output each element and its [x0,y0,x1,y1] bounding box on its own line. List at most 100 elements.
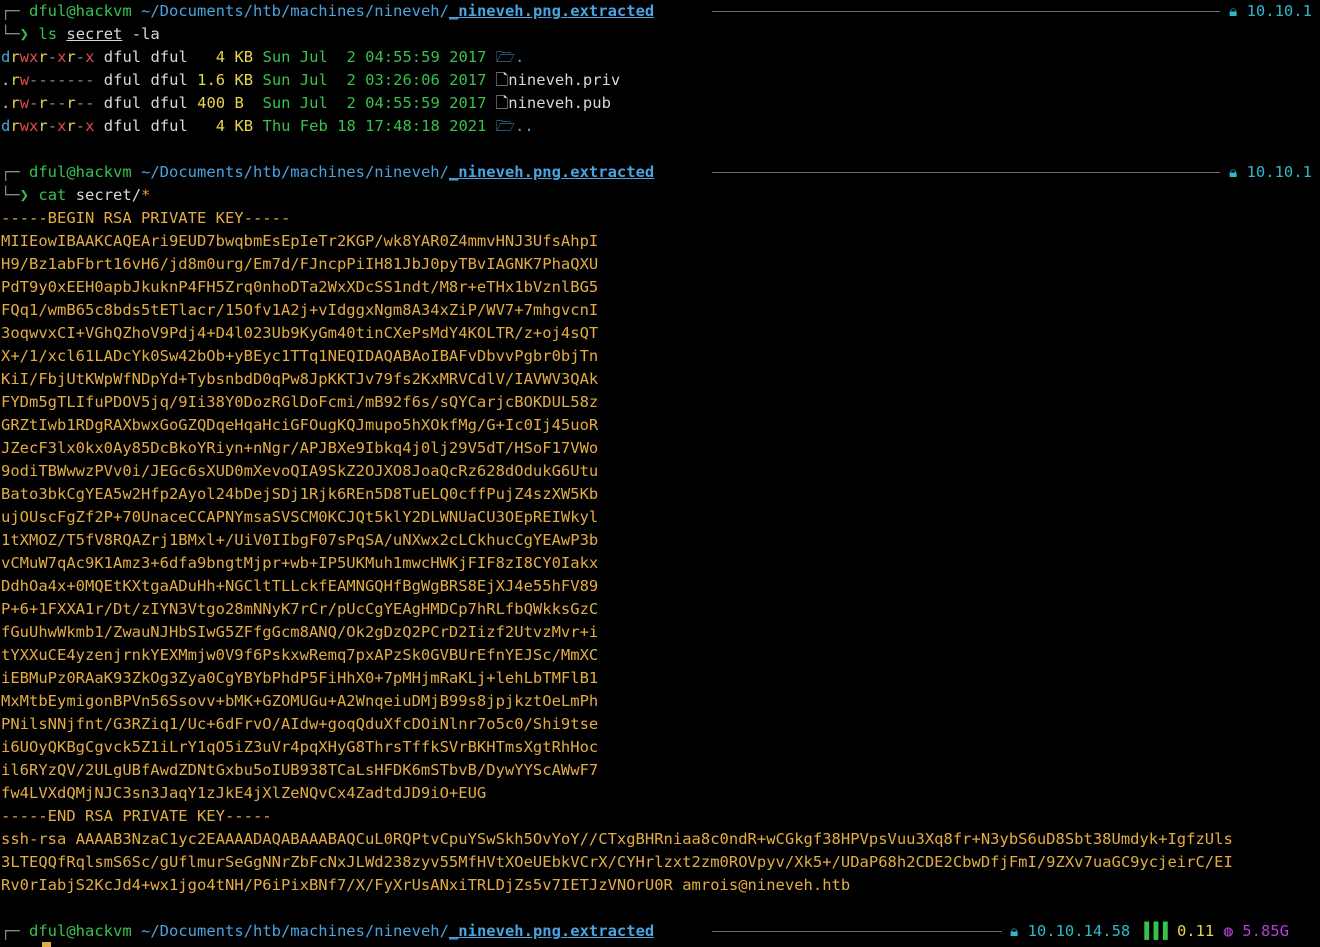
ls-date: Sun Jul 2 03:26:06 2017 [262,71,487,89]
key-line: JZecF3lx0kx0Ay85DcBkoYRiyn+nNgr/APJBXe9I… [1,439,599,457]
ls-row: .rw-r--r-- dful dful 400 B Sun Jul 2 04:… [1,92,611,115]
folder-icon: 🗁︎ [495,48,516,66]
ls-group: dful [150,71,188,89]
key-line: DdhOa4x+0MQEtKXtgaADuHh+NGCltTLLckfEAMNG… [1,577,599,595]
prompt-line-3: ┌─ dful@hackvm ~/Documents/htb/machines/… [1,922,655,940]
key-line: -----END RSA PRIVATE KEY----- [1,807,272,825]
command-flags: -la [131,25,160,43]
ls-group: dful [150,94,188,112]
prompt-user-host: dful@hackvm [29,2,132,20]
key-line: 1tXMOZ/T5fV8RQAZrj1BMxl+/UiV0IIbgF07sPqS… [1,531,599,549]
command-line-2: └─❯ cat secret/* [1,186,151,204]
ls-permissions: drwxr-xr-x [1,48,95,66]
ls-unit: B [234,94,254,112]
ls-filename[interactable]: . [515,48,524,66]
cursor[interactable] [42,942,51,947]
ls-size: 1.6 [197,71,226,89]
ls-user: dful [103,117,142,135]
key-line: ujOUscFgZf2P+70UnaceCCAPNYmsaSVSCM0KCJQt… [1,508,599,526]
ls-unit: KB [234,48,254,66]
ls-row: .rw------- dful dful 1.6 KB Sun Jul 2 03… [1,69,620,92]
ls-date: Sun Jul 2 04:55:59 2017 [262,48,487,66]
key-line: PNilsNNjfnt/G3RZiq1/Uc+6dFrvO/AIdw+goqQd… [1,715,599,733]
ls-permissions: drwxr-xr-x [1,117,95,135]
prompt-path-current: _nineveh.png.extracted [448,2,655,20]
status-load: 0.11 [1176,922,1215,940]
prompt-path: ~/Documents/htb/machines/nineveh/ [141,2,449,20]
key-line: Rv0rIabjS2KcJd4+wx1jgo4tNH/P6iPixBNf7/X/… [1,876,851,894]
key-line: H9/Bz1abFbrt16vH6/jd8m0urg/Em7d/FJncpPiI… [1,255,599,273]
key-line: tYXXuCE4yzenjrnkYEXMmjw0V9f6PskxwRemq7px… [1,646,599,664]
ls-user: dful [103,48,142,66]
prompt-ip: 🔒︎ 10.10.1 [1229,163,1312,181]
key-line: KiI/FbjUtKWpWfNDpYd+TybsnbdD0qPw8JpKKTJv… [1,370,599,388]
prompt-rule [712,11,1220,12]
ls-permissions: .rw------- [1,71,95,89]
ls-size: 4 [197,117,226,135]
key-line: ssh-rsa AAAAB3NzaC1yc2EAAAADAQABAAABAQCu… [1,830,1233,848]
ls-permissions: .rw-r--r-- [1,94,95,112]
command-name: cat [38,186,67,204]
prompt-line-2: ┌─ dful@hackvm ~/Documents/htb/machines/… [1,163,655,181]
ls-filename[interactable]: nineveh.priv [508,71,620,89]
key-line: P+6+1FXXA1r/Dt/zIYN3Vtgo28mNNyK7rCr/pUcC… [1,600,599,618]
prompt-path: ~/Documents/htb/machines/nineveh/ [141,163,449,181]
key-line: il6RYzQV/2ULgUBfAwdZDNtGxbu5oIUB938TCaLs… [1,761,599,779]
ls-user: dful [103,71,142,89]
status-ip: 10.10.14.58 [1027,922,1131,940]
ls-size: 400 [197,94,226,112]
file-icon: 🗋︎ [495,71,509,89]
ls-date: Sun Jul 2 04:55:59 2017 [262,94,487,112]
ls-unit: KB [234,117,254,135]
key-line: MxMtbEymigonBPVn56Ssovv+bMK+GZOMUGu+A2Wn… [1,692,599,710]
key-line: FYDm5gTLIfuPDOV5jq/9Ii38Y0DozRGlDoFcmi/m… [1,393,599,411]
status-mem: 5.85G [1242,922,1289,940]
lock-icon: 🔒︎ [1010,922,1019,940]
bar-chart-icon: ▐▐▐ [1139,922,1168,940]
ls-date: Thu Feb 18 17:48:18 2021 [262,117,487,135]
key-line: fGuUhwWkmb1/ZwauNJHbSIwG5ZFfgGcm8ANQ/Ok2… [1,623,599,641]
prompt-user-host: dful@hackvm [29,163,132,181]
ls-group: dful [150,117,188,135]
ls-user: dful [103,94,142,112]
folder-icon: 🗁︎ [495,117,516,135]
prompt-path-current: _nineveh.png.extracted [448,922,655,940]
key-line: 3oqwvxCI+VGhQZhoV9Pdj4+D4l023Ub9KyGm40ti… [1,324,599,342]
command-arg: secret [66,25,123,43]
command-arg: secret/ [75,186,142,204]
prompt-status: 🔒︎ 10.10.14.58 ▐▐▐ 0.11 ◍ 5.85G [1010,920,1289,943]
ls-row: drwxr-xr-x dful dful 4 KB Sun Jul 2 04:5… [1,46,524,69]
command-line-1: └─❯ ls secret -la [1,25,160,43]
key-line: -----BEGIN RSA PRIVATE KEY----- [1,209,291,227]
key-line: 9odiTBWwwzPVv0i/JEGc6sXUD0mXevoQIA9SkZ2O… [1,462,599,480]
ls-filename[interactable]: .. [515,117,534,135]
lock-icon: 🔒︎ [1229,2,1238,20]
ls-group: dful [150,48,188,66]
prompt-path-current: _nineveh.png.extracted [448,163,655,181]
lock-icon: 🔒︎ [1229,163,1238,181]
key-line: vCMuW7qAc9K1Amz3+6dfa9bngtMjpr+wb+IP5UKM… [1,554,599,572]
ls-size: 4 [197,48,226,66]
ls-unit: KB [234,71,254,89]
ls-filename[interactable]: nineveh.pub [508,94,611,112]
memory-icon: ◍ [1223,922,1233,940]
key-line: PdT9y0xEEH0apbJkuknP4FH5Zrq0nhoDTa2WxXDc… [1,278,599,296]
prompt-line-1: ┌─ dful@hackvm ~/Documents/htb/machines/… [1,2,655,20]
command-name: ls [38,25,58,43]
key-line: i6UOyQKBgCgvck5Z1iLrY1qO5iZ3uVr4pqXHyG8T… [1,738,599,756]
key-line: 3LTEQQfRqlsmS6Sc/gUflmurSeGgNNrZbFcNxJLW… [1,853,1233,871]
key-line: Bato3bkCgYEA5w2Hfp2Ayol24bDejSDj1Rjk6REn… [1,485,599,503]
ls-row: drwxr-xr-x dful dful 4 KB Thu Feb 18 17:… [1,115,534,138]
key-line: fw4LVXdQMjNJC3sn3JaqY1zJkE4jXlZeNQvCx4Za… [1,784,487,802]
prompt-rule [712,172,1220,173]
key-line: GRZtIwb1RDgRAXbwxGoGZQDqeHqaHciGFOugKQJm… [1,416,599,434]
key-line: MIIEowIBAAKCAQEAri9EUD7bwqbmEsEpIeTr2KGP… [1,232,599,250]
key-line: iEBMuPz0RAaK93ZkOg3Zya0CgYBYbPhdP5FiHhX0… [1,669,599,687]
terminal-window[interactable]: ┌─ dful@hackvm ~/Documents/htb/machines/… [0,0,1320,947]
command-glob: * [141,186,151,204]
prompt-user-host: dful@hackvm [29,922,132,940]
key-line: X+/1/xcl61LADcYk0Sw42bOb+yBEyc1TTq1NEQID… [1,347,599,365]
prompt-path: ~/Documents/htb/machines/nineveh/ [141,922,449,940]
key-line: FQq1/wmB65c8bds5tETlacr/15Ofv1A2j+vIdggx… [1,301,599,319]
prompt-ip: 🔒︎ 10.10.1 [1229,2,1312,20]
